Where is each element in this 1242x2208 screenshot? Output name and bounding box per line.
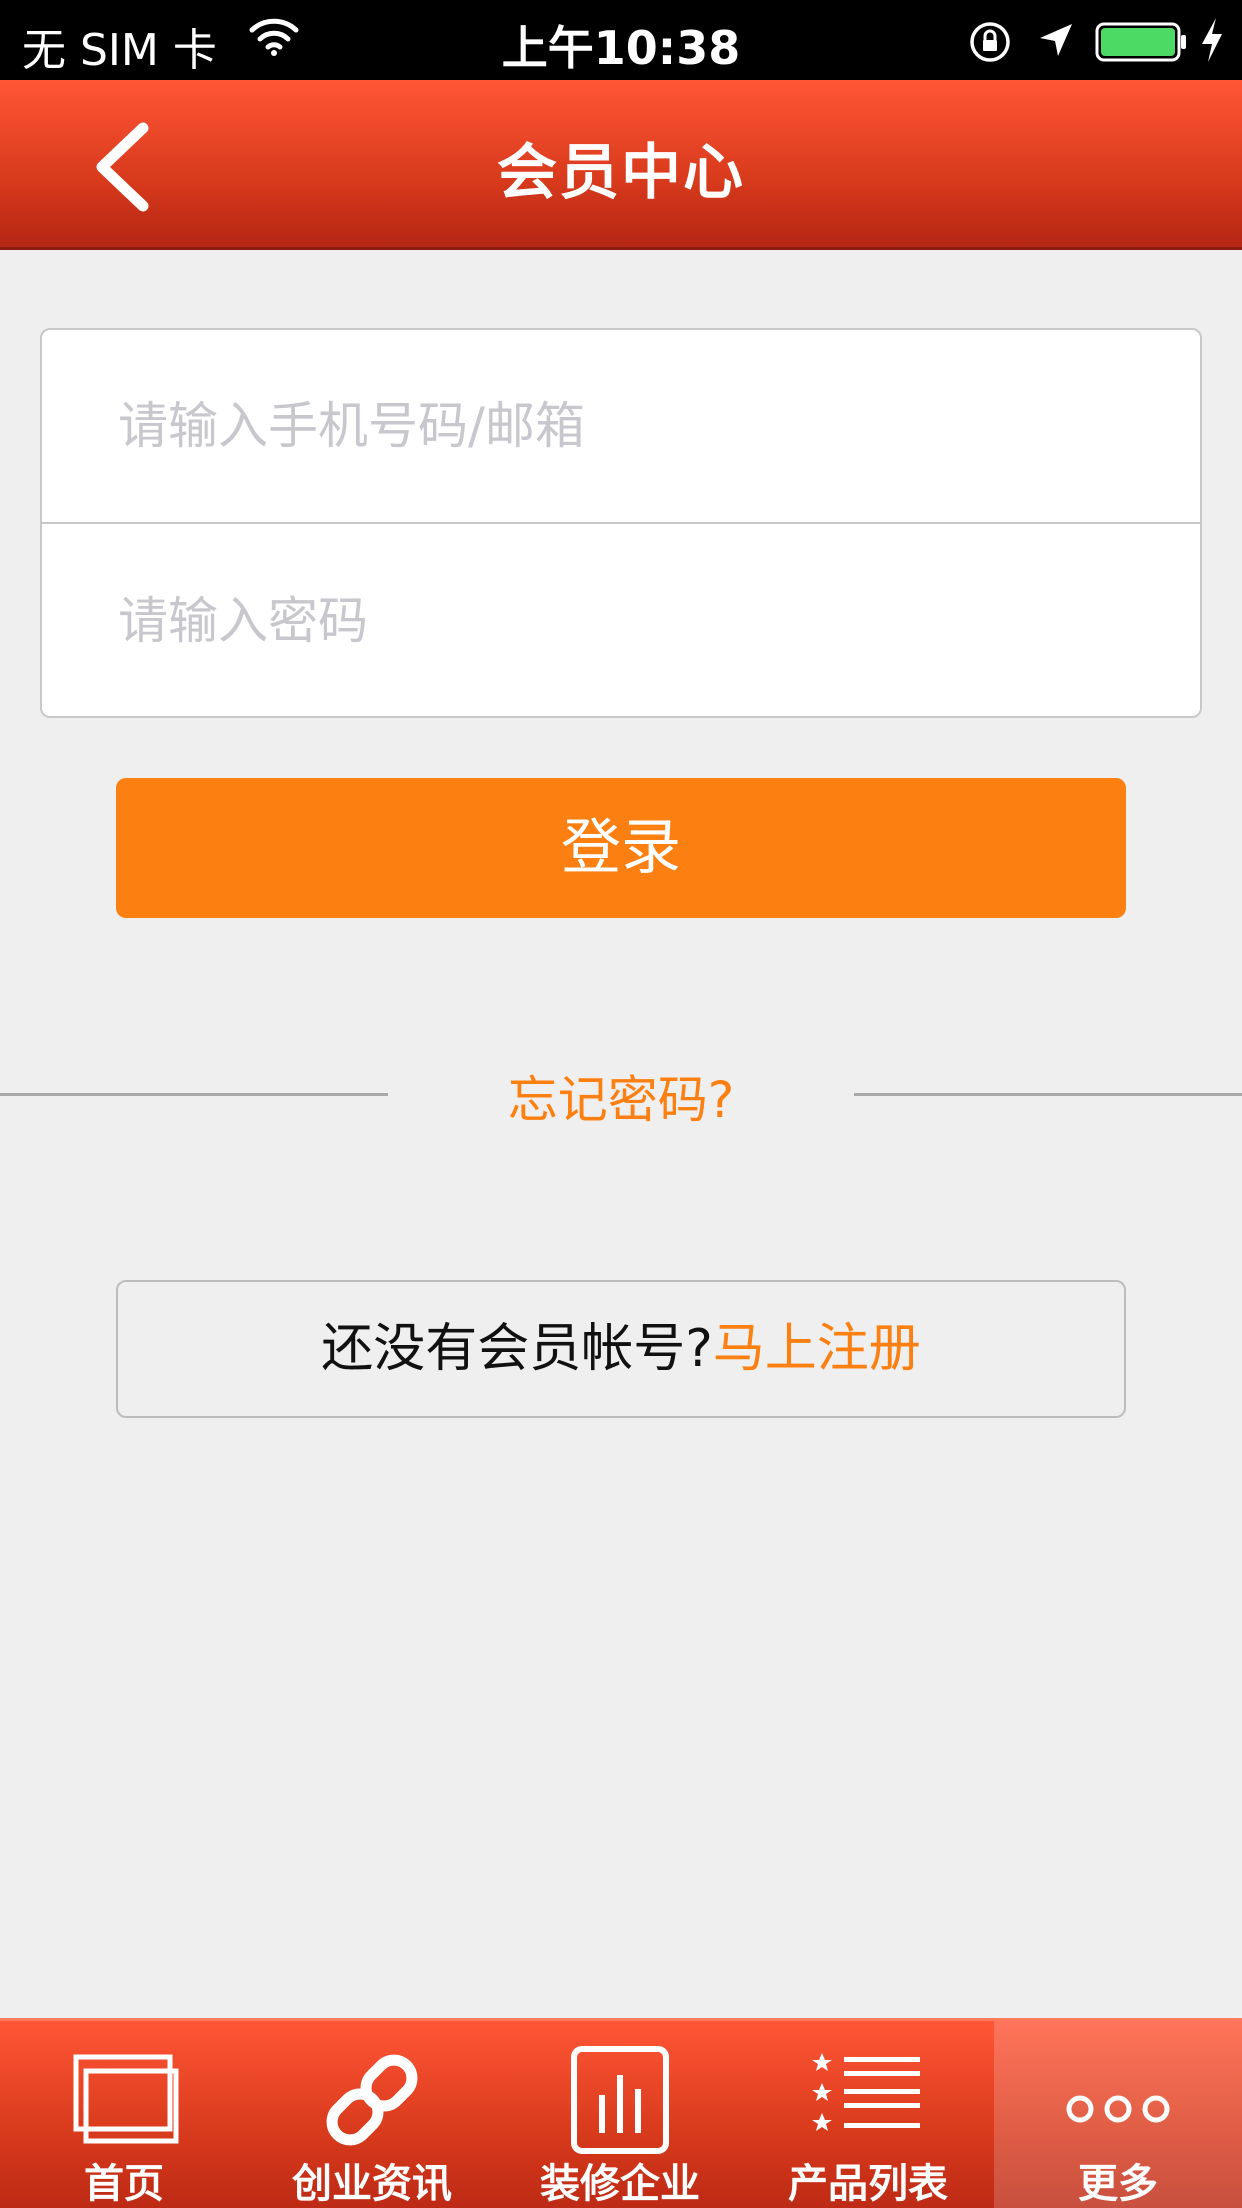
home-icon	[73, 2054, 179, 2144]
list-icon	[812, 2053, 920, 2131]
register-button[interactable]: 还没有会员帐号?马上注册	[116, 1280, 1126, 1418]
tab-more[interactable]: 更多	[994, 2021, 1242, 2208]
tab-companies[interactable]: 装修企业	[496, 2021, 744, 2208]
divider-left	[0, 1093, 388, 1096]
account-input[interactable]	[118, 397, 1138, 455]
tab-label: 创业资讯	[292, 2161, 452, 2207]
tab-news[interactable]: 创业资讯	[248, 2021, 496, 2208]
chart-icon	[571, 2046, 669, 2154]
password-field	[42, 524, 1200, 718]
login-button[interactable]: 登录	[116, 778, 1126, 918]
tab-bar: 首页 创业资讯 装修企业 产品列表 更多	[0, 2018, 1242, 2208]
divider-right	[854, 1093, 1242, 1096]
link-icon	[326, 2054, 418, 2146]
login-form	[40, 328, 1202, 718]
account-field	[42, 330, 1200, 524]
tab-label: 产品列表	[788, 2161, 948, 2207]
page: 无 SIM 卡 上午10:38 会员中心 请输入手机号码/邮箱 登录 忘记密码?…	[0, 0, 1242, 2208]
tab-home[interactable]: 首页	[0, 2021, 248, 2208]
tab-label: 首页	[84, 2161, 164, 2207]
tab-products[interactable]: 产品列表	[744, 2021, 992, 2208]
page-title: 会员中心	[497, 138, 745, 208]
tab-label: 更多	[1078, 2161, 1158, 2207]
register-link[interactable]: 马上注册	[713, 1319, 921, 1379]
status-bar: 无 SIM 卡 上午10:38	[0, 0, 1242, 80]
tab-label: 装修企业	[540, 2161, 700, 2207]
charging-icon	[1202, 18, 1222, 62]
forgot-password-link[interactable]: 忘记密码?	[388, 1060, 854, 1132]
register-prompt: 还没有会员帐号?	[321, 1319, 713, 1379]
rotation-lock-icon	[970, 22, 1010, 62]
password-input[interactable]	[118, 592, 1138, 650]
battery-icon	[1095, 22, 1186, 62]
more-icon	[1066, 2095, 1170, 2123]
nav-bar: 会员中心	[0, 80, 1242, 250]
location-icon	[1040, 24, 1072, 56]
